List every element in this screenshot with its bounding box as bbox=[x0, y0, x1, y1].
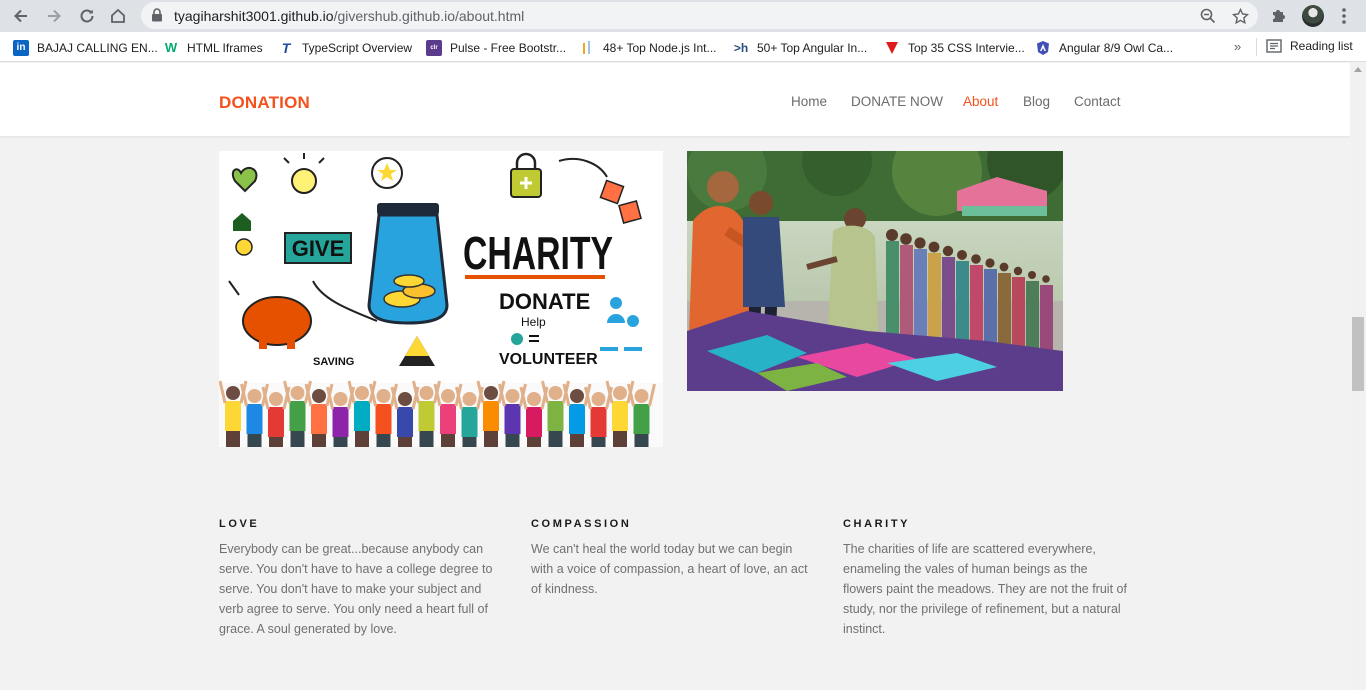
chrome-menu-button[interactable] bbox=[1333, 5, 1355, 27]
help-text: Help bbox=[521, 315, 546, 329]
bookmark-label: Top 35 CSS Intervie... bbox=[908, 40, 1025, 55]
distribution-scene bbox=[687, 151, 1063, 391]
charity-text: CHARITY bbox=[463, 227, 613, 279]
nav-donate-now[interactable]: DONATE NOW bbox=[851, 94, 943, 109]
saving-text: SAVING bbox=[313, 356, 354, 368]
bookmark-label: Pulse - Free Bootstr... bbox=[450, 40, 567, 55]
h-icon: >h bbox=[733, 40, 749, 55]
scroll-thumb[interactable] bbox=[1352, 317, 1364, 391]
reading-list-button[interactable]: Reading list bbox=[1266, 39, 1353, 53]
site-header: DONATION Home DONATE NOW About Blog Cont… bbox=[0, 63, 1350, 137]
feature-text: Everybody can be great...because anybody… bbox=[219, 542, 493, 636]
reload-button[interactable] bbox=[75, 4, 99, 28]
bookmark-label: 48+ Top Node.js Int... bbox=[603, 40, 717, 55]
feature-love: LOVE Everybody can be great...because an… bbox=[219, 518, 504, 639]
bars-icon bbox=[579, 40, 595, 56]
url-path: /givershub.github.io/about.html bbox=[333, 8, 525, 24]
charity-illustration: GIVE CHARITY DONATE Help VOLUNTEER SAVIN… bbox=[219, 152, 663, 447]
bookmark-separator bbox=[1256, 38, 1257, 56]
puzzle-icon bbox=[1273, 10, 1285, 22]
zoom-out-icon bbox=[1200, 8, 1216, 24]
scroll-up-arrow-icon[interactable] bbox=[1354, 67, 1362, 72]
crowd-illustration bbox=[219, 380, 663, 447]
address-bar[interactable]: tyagiharshit3001.github.io/givershub.git… bbox=[141, 2, 1258, 29]
typescript-icon: T bbox=[281, 39, 291, 56]
bookmark-item[interactable]: in BAJAJ CALLING EN... bbox=[13, 39, 158, 56]
linkedin-icon: in bbox=[13, 39, 29, 56]
profile-avatar[interactable] bbox=[1302, 5, 1324, 27]
nav-home[interactable]: Home bbox=[791, 94, 827, 109]
extensions-button[interactable] bbox=[1268, 5, 1290, 27]
bookmark-star-button[interactable] bbox=[1230, 6, 1250, 26]
feature-title: CHARITY bbox=[843, 518, 911, 530]
donate-text: DONATE bbox=[499, 289, 590, 314]
nav-blog[interactable]: Blog bbox=[1023, 94, 1050, 109]
nav-about[interactable]: About bbox=[963, 94, 998, 109]
home-button[interactable] bbox=[106, 4, 130, 28]
feature-title: LOVE bbox=[219, 518, 260, 530]
angular-icon bbox=[1035, 40, 1051, 56]
volunteer-text: VOLUNTEER bbox=[499, 351, 598, 368]
feature-charity: CHARITY The charities of life are scatte… bbox=[843, 518, 1128, 639]
url-text: tyagiharshit3001.github.io/givershub.git… bbox=[174, 8, 524, 24]
bookmark-label: Angular 8/9 Owl Ca... bbox=[1059, 40, 1174, 55]
charity-distribution-photo bbox=[687, 151, 1063, 391]
bookmark-item[interactable]: T TypeScript Overview bbox=[278, 39, 412, 56]
reload-icon bbox=[80, 9, 94, 23]
triangle-icon bbox=[884, 40, 900, 56]
bookmark-label: TypeScript Overview bbox=[302, 40, 413, 55]
charity-graphic-image: GIVE CHARITY DONATE Help VOLUNTEER SAVIN… bbox=[219, 151, 663, 447]
forward-button[interactable] bbox=[42, 4, 66, 28]
give-text: GIVE bbox=[292, 236, 345, 261]
feature-title: COMPASSION bbox=[531, 518, 632, 530]
arrow-left-icon bbox=[14, 9, 27, 23]
site-logo[interactable]: DONATION bbox=[219, 93, 310, 113]
zoom-button[interactable] bbox=[1198, 6, 1218, 26]
page-scrollbar[interactable] bbox=[1350, 63, 1366, 690]
star-icon bbox=[1231, 7, 1249, 24]
url-host: tyagiharshit3001.github.io bbox=[174, 8, 334, 24]
bookmark-item[interactable]: W HTML Iframes bbox=[163, 39, 263, 56]
reading-list-label: Reading list bbox=[1290, 39, 1353, 53]
reading-list-icon bbox=[1266, 39, 1282, 53]
feature-text: The charities of life are scattered ever… bbox=[843, 542, 1127, 636]
feature-text: We can't heal the world today but we can… bbox=[531, 542, 808, 596]
lock-icon bbox=[152, 8, 162, 22]
back-button[interactable] bbox=[9, 4, 33, 28]
home-icon bbox=[111, 8, 125, 23]
w3schools-icon: W bbox=[164, 40, 178, 55]
page-viewport: DONATION Home DONATE NOW About Blog Cont… bbox=[0, 63, 1350, 690]
bookmark-item[interactable]: Top 35 CSS Intervie... bbox=[884, 39, 1025, 56]
kebab-menu-icon bbox=[1342, 8, 1346, 24]
bookmark-item[interactable]: 48+ Top Node.js Int... bbox=[579, 39, 717, 56]
nav-contact[interactable]: Contact bbox=[1074, 94, 1121, 109]
bookmark-label: HTML Iframes bbox=[187, 40, 263, 55]
arrow-right-icon bbox=[48, 9, 61, 23]
bookmarks-bar: in BAJAJ CALLING EN... W HTML Iframes T Typ… bbox=[0, 32, 1366, 62]
bookmark-item[interactable]: Angular 8/9 Owl Ca... bbox=[1035, 39, 1173, 56]
bookmarks-overflow-button[interactable]: » bbox=[1234, 39, 1241, 54]
feature-compassion: COMPASSION We can't heal the world today… bbox=[531, 518, 816, 599]
bookmark-label: BAJAJ CALLING EN... bbox=[37, 40, 158, 55]
browser-toolbar: tyagiharshit3001.github.io/givershub.git… bbox=[0, 0, 1366, 32]
colorlib-icon: clr bbox=[426, 39, 442, 56]
bookmark-item[interactable]: >h 50+ Top Angular In... bbox=[733, 39, 867, 56]
bookmark-label: 50+ Top Angular In... bbox=[757, 40, 868, 55]
bookmark-item[interactable]: clr Pulse - Free Bootstr... bbox=[426, 39, 566, 56]
